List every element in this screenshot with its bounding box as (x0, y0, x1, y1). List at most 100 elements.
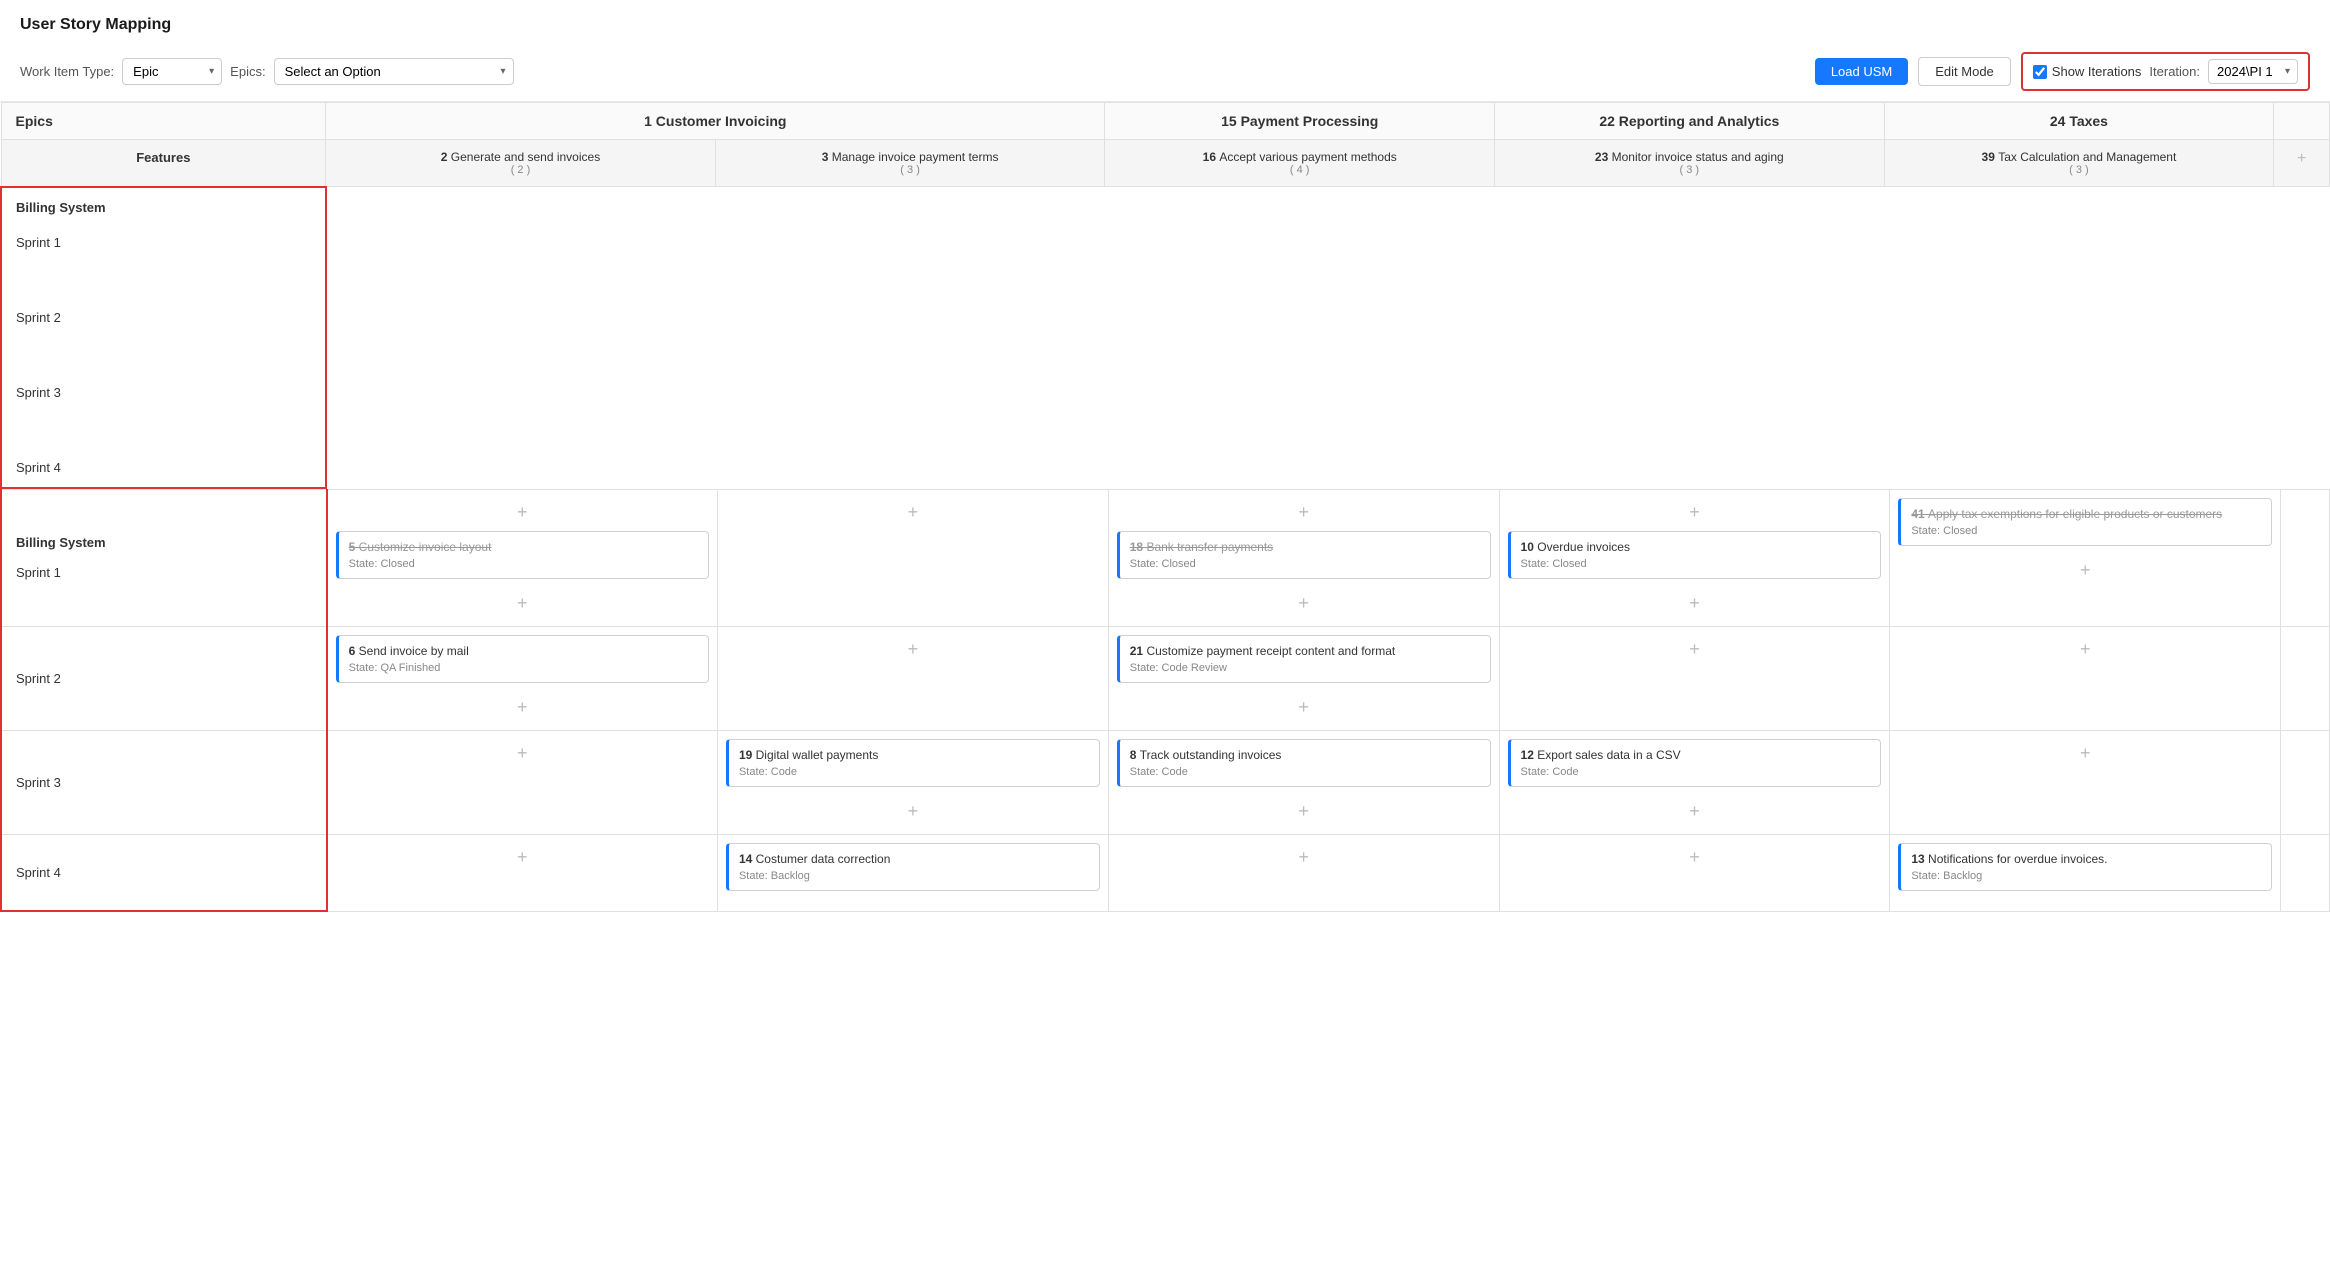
work-item-type-select[interactable]: Epic (122, 58, 222, 85)
feature-2-cell: 2 Generate and send invoices ( 2 ) (326, 140, 716, 187)
sprint4-f2-cell: + (327, 834, 718, 911)
add-story-sprint2-f39[interactable]: + (1898, 635, 2272, 664)
epics-select[interactable]: Select an Option (274, 58, 514, 85)
add-story-sprint2-f23[interactable]: + (1508, 635, 1882, 664)
sprint4-label: Sprint 4 (16, 460, 311, 475)
sprint3-label: Sprint 3 (16, 385, 311, 400)
story-8-id: 8 (1130, 748, 1140, 762)
story-18-card[interactable]: 18 Bank transfer payments State: Closed (1117, 531, 1491, 579)
sprint2-f16-cell: 21 Customize payment receipt content and… (1108, 626, 1499, 730)
sprint2-f23-cell: + (1499, 626, 1890, 730)
feature-add-cell[interactable]: + (2274, 140, 2330, 187)
story-5-card[interactable]: 5 Customize invoice layout State: Closed (336, 531, 709, 579)
sprint1-row: Billing System Sprint 1 + 5 Customize in… (1, 489, 2330, 626)
add-story-sprint4-f23[interactable]: + (1508, 843, 1882, 872)
add-feature-plus[interactable]: + (2286, 150, 2317, 168)
sprint2-f2-cell: 6 Send invoice by mail State: QA Finishe… (327, 626, 718, 730)
story-12-title: Export sales data in a CSV (1537, 748, 1680, 762)
add-story-sprint4-f16[interactable]: + (1117, 843, 1491, 872)
billing-system-text: Billing System (16, 535, 312, 550)
epic-header-row: Epics 1 Customer Invoicing 15 Payment Pr… (1, 103, 2330, 140)
sprint2-row: Sprint 2 6 Send invoice by mail State: Q… (1, 626, 2330, 730)
add-story-sprint1-f16[interactable]: + (1117, 498, 1491, 527)
story-41-id: 41 (1911, 507, 1928, 521)
sprint2-label-cell: Sprint 2 (1, 626, 327, 730)
story-13-title: Notifications for overdue invoices. (1928, 852, 2107, 866)
story-21-title: Customize payment receipt content and fo… (1146, 644, 1395, 658)
show-iterations-text: Show Iterations (2052, 64, 2142, 79)
epics-select-wrapper: Select an Option ▾ (274, 58, 514, 85)
sprint4-f16-cell: + (1108, 834, 1499, 911)
story-41-card[interactable]: 41 Apply tax exemptions for eligible pro… (1898, 498, 2272, 546)
sprint3-f39-cell: + (1890, 730, 2281, 834)
story-19-card[interactable]: 19 Digital wallet payments State: Code (726, 739, 1100, 787)
story-12-id: 12 (1521, 748, 1538, 762)
add-story-sprint1-f3[interactable]: + (726, 498, 1100, 527)
iteration-label: Iteration: (2149, 64, 2200, 79)
sprint4-label-cell: Sprint 4 (1, 834, 327, 911)
sprint3-f2-cell: + (327, 730, 718, 834)
add-story-sprint3-f23-b[interactable]: + (1508, 797, 1882, 826)
load-usm-button[interactable]: Load USM (1815, 58, 1908, 85)
show-iterations-checkbox[interactable] (2033, 65, 2047, 79)
sprint4-text: Sprint 4 (16, 865, 312, 880)
story-8-card[interactable]: 8 Track outstanding invoices State: Code (1117, 739, 1491, 787)
story-41-title: Apply tax exemptions for eligible produc… (1928, 507, 2222, 521)
story-21-id: 21 (1130, 644, 1147, 658)
features-col-label: Features (1, 140, 326, 187)
add-story-sprint3-f3-b[interactable]: + (726, 797, 1100, 826)
epics-label: Epics: (230, 64, 265, 79)
add-story-sprint1-f23-b[interactable]: + (1508, 589, 1882, 618)
story-13-card[interactable]: 13 Notifications for overdue invoices. S… (1898, 843, 2272, 891)
story-18-state: State: Closed (1130, 558, 1480, 570)
usm-container: Epics 1 Customer Invoicing 15 Payment Pr… (0, 102, 2330, 912)
toolbar: Work Item Type: Epic ▾ Epics: Select an … (0, 42, 2330, 102)
story-6-card[interactable]: 6 Send invoice by mail State: QA Finishe… (336, 635, 709, 683)
add-story-sprint3-f16-b[interactable]: + (1117, 797, 1491, 826)
feature-16-cell: 16 Accept various payment methods ( 4 ) (1105, 140, 1495, 187)
story-8-title: Track outstanding invoices (1140, 748, 1282, 762)
sprint3-label-cell: Sprint 3 (1, 730, 327, 834)
add-story-sprint3-f39[interactable]: + (1898, 739, 2272, 768)
story-18-title: Bank transfer payments (1146, 540, 1273, 554)
sprint2-f3-cell: + (717, 626, 1108, 730)
add-story-sprint1-f2-b[interactable]: + (336, 589, 709, 618)
story-6-id: 6 (349, 644, 359, 658)
add-story-sprint1-f2[interactable]: + (336, 498, 709, 527)
sprint2-text: Sprint 2 (16, 671, 312, 686)
billing-sprint1-row: Billing System Sprint 1 Sprint 2 Sprint … (1, 187, 2330, 488)
story-10-title: Overdue invoices (1537, 540, 1630, 554)
epic-reporting-analytics: 22 Reporting and Analytics (1495, 103, 1885, 140)
sprint2-f39-cell: + (1890, 626, 2281, 730)
add-story-sprint2-f3[interactable]: + (726, 635, 1100, 664)
story-12-card[interactable]: 12 Export sales data in a CSV State: Cod… (1508, 739, 1882, 787)
show-iterations-label[interactable]: Show Iterations (2033, 64, 2142, 79)
story-10-card[interactable]: 10 Overdue invoices State: Closed (1508, 531, 1882, 579)
add-story-sprint1-f23[interactable]: + (1508, 498, 1882, 527)
epic-payment-processing: 15 Payment Processing (1105, 103, 1495, 140)
edit-mode-button[interactable]: Edit Mode (1918, 57, 2011, 86)
story-12-state: State: Code (1521, 766, 1871, 778)
feature-23-cell: 23 Monitor invoice status and aging ( 3 … (1495, 140, 1885, 187)
epic-taxes: 24 Taxes (1884, 103, 2274, 140)
story-14-card[interactable]: 14 Costumer data correction State: Backl… (726, 843, 1100, 891)
story-21-card[interactable]: 21 Customize payment receipt content and… (1117, 635, 1491, 683)
usm-body-table: Billing System Sprint 1 + 5 Customize in… (0, 489, 2330, 913)
add-story-sprint1-f16-b[interactable]: + (1117, 589, 1491, 618)
story-41-state: State: Closed (1911, 525, 2261, 537)
sprint3-text: Sprint 3 (16, 775, 312, 790)
add-story-sprint3-f2[interactable]: + (336, 739, 709, 768)
extra-th (2274, 103, 2330, 140)
sprint1-f39-cell: 41 Apply tax exemptions for eligible pro… (1890, 489, 2281, 626)
sprint1-extra (2281, 489, 2330, 626)
iteration-select[interactable]: 2024\PI 1 (2208, 59, 2298, 84)
add-story-sprint4-f2[interactable]: + (336, 843, 709, 872)
story-5-title: Customize invoice layout (359, 540, 492, 554)
add-story-sprint2-f16-b[interactable]: + (1117, 693, 1491, 722)
sprint3-f23-cell: 12 Export sales data in a CSV State: Cod… (1499, 730, 1890, 834)
sprint4-extra (2281, 834, 2330, 911)
add-story-sprint2-f2[interactable]: + (336, 693, 709, 722)
page-header: User Story Mapping (0, 0, 2330, 42)
work-item-type-label: Work Item Type: (20, 64, 114, 79)
add-story-sprint1-f39-b[interactable]: + (1898, 556, 2272, 585)
